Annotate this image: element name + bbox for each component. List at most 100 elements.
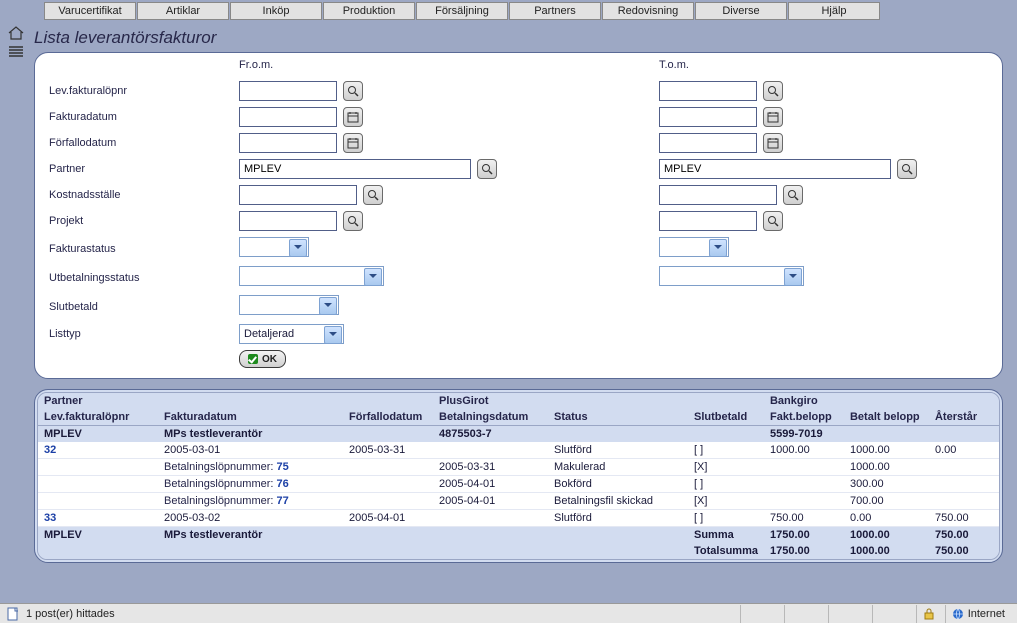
kostnad-to-input[interactable]: [659, 185, 777, 205]
partner-from-search-icon[interactable]: [477, 159, 497, 179]
th-fakturadatum: Fakturadatum: [158, 409, 343, 426]
page-title: Lista leverantörsfakturor: [34, 28, 1009, 48]
partner-to-search-icon[interactable]: [897, 159, 917, 179]
cell: Betalningslöpnummer:: [164, 495, 273, 507]
fakturadatum-from-input[interactable]: [239, 107, 337, 127]
label-listtyp: Listtyp: [49, 328, 239, 340]
label-fakturastatus: Fakturastatus: [49, 243, 239, 255]
betnr-link[interactable]: 75: [277, 461, 289, 473]
betnr-link[interactable]: 76: [277, 478, 289, 490]
projekt-to-input[interactable]: [659, 211, 757, 231]
cell: [ ]: [688, 442, 764, 459]
projekt-from-search-icon[interactable]: [343, 211, 363, 231]
total-fb: 1750.00: [764, 543, 844, 559]
col-from-header: Fr.o.m.: [239, 59, 659, 71]
kostnad-to-search-icon[interactable]: [783, 185, 803, 205]
ok-button[interactable]: OK: [239, 350, 286, 368]
sum-fb: 1750.00: [764, 527, 844, 544]
cell: 0.00: [929, 442, 999, 459]
results-panel: Partner PlusGirot Bankgiro Lev.fakturalö…: [34, 389, 1003, 563]
check-icon: [248, 354, 258, 364]
lopnr-to-input[interactable]: [659, 81, 757, 101]
fakturadatum-to-calendar-icon[interactable]: [763, 107, 783, 127]
menu-hjalp[interactable]: Hjälp: [788, 2, 880, 20]
menu-partners[interactable]: Partners: [509, 2, 601, 20]
cell: [929, 493, 999, 510]
utbet-to-select[interactable]: [659, 266, 804, 286]
status-bar: 1 post(er) hittades Internet: [0, 603, 1017, 623]
table-row: 32 2005-03-01 2005-03-31 Slutförd [ ] 10…: [38, 442, 999, 459]
label-slutbetald: Slutbetald: [49, 301, 239, 313]
sidebar: [4, 24, 28, 569]
cell: Slutförd: [548, 442, 688, 459]
total-label: Totalsumma: [688, 543, 764, 559]
betnr-link[interactable]: 77: [277, 495, 289, 507]
kostnad-from-input[interactable]: [239, 185, 357, 205]
menu-inkop[interactable]: Inköp: [230, 2, 322, 20]
menu-varucertifikat[interactable]: Varucertifikat: [44, 2, 136, 20]
th-betdatum: Betalningsdatum: [433, 409, 548, 426]
menu-produktion[interactable]: Produktion: [323, 2, 415, 20]
forfallodatum-to-calendar-icon[interactable]: [763, 133, 783, 153]
slutbetald-select[interactable]: [239, 295, 339, 315]
fakturadatum-from-calendar-icon[interactable]: [343, 107, 363, 127]
cell: 300.00: [844, 476, 929, 493]
list-icon[interactable]: [9, 46, 23, 58]
col-to-header: T.o.m.: [659, 59, 939, 71]
cell: 2005-03-02: [158, 510, 343, 527]
page-icon: [6, 607, 20, 621]
table-row: Betalningslöpnummer: 75 2005-03-31 Makul…: [38, 459, 999, 476]
lopnr-link[interactable]: 32: [44, 444, 56, 456]
partner-to-input[interactable]: [659, 159, 891, 179]
cell: [929, 459, 999, 476]
th-partner: Partner: [38, 393, 158, 409]
zone-text: Internet: [968, 608, 1005, 620]
group-partner: MPLEV: [38, 426, 158, 443]
projekt-from-input[interactable]: [239, 211, 337, 231]
lopnr-to-search-icon[interactable]: [763, 81, 783, 101]
th-bankgiro: Bankgiro: [764, 393, 844, 409]
forfallodatum-from-calendar-icon[interactable]: [343, 133, 363, 153]
lopnr-link[interactable]: 33: [44, 512, 56, 524]
cell: Betalningslöpnummer:: [164, 461, 273, 473]
partner-from-input[interactable]: [239, 159, 471, 179]
sum-label: Summa: [688, 527, 764, 544]
cell: Betalningsfil skickad: [548, 493, 688, 510]
cell: [ ]: [688, 476, 764, 493]
home-icon[interactable]: [8, 26, 24, 40]
label-forfallodatum: Förfallodatum: [49, 137, 239, 149]
lock-icon: [923, 608, 935, 620]
fakturadatum-to-input[interactable]: [659, 107, 757, 127]
th-plusgirot: PlusGirot: [433, 393, 548, 409]
projekt-to-search-icon[interactable]: [763, 211, 783, 231]
group-name: MPs testleverantör: [158, 426, 433, 443]
label-fakturadatum: Fakturadatum: [49, 111, 239, 123]
cell: [764, 493, 844, 510]
fakturastatus-from-select[interactable]: [239, 237, 309, 257]
fakturastatus-to-select[interactable]: [659, 237, 729, 257]
th-slutbetald: Slutbetald: [688, 409, 764, 426]
cell: 2005-04-01: [433, 493, 548, 510]
group-bankgiro: 5599-7019: [764, 426, 999, 443]
menu-forsaljning[interactable]: Försäljning: [416, 2, 508, 20]
lopnr-from-input[interactable]: [239, 81, 337, 101]
forfallodatum-from-input[interactable]: [239, 133, 337, 153]
cell: 0.00: [844, 510, 929, 527]
menu-artiklar[interactable]: Artiklar: [137, 2, 229, 20]
menu-redovisning[interactable]: Redovisning: [602, 2, 694, 20]
kostnad-from-search-icon[interactable]: [363, 185, 383, 205]
sum-at: 750.00: [929, 527, 999, 544]
cell: 750.00: [764, 510, 844, 527]
cell: 2005-04-01: [433, 476, 548, 493]
total-bb: 1000.00: [844, 543, 929, 559]
listtyp-select[interactable]: Detaljerad: [239, 324, 344, 344]
status-text: 1 post(er) hittades: [26, 608, 115, 620]
sum-partner: MPLEV: [38, 527, 158, 544]
forfallodatum-to-input[interactable]: [659, 133, 757, 153]
utbet-from-select[interactable]: [239, 266, 384, 286]
sum-name: MPs testleverantör: [158, 527, 548, 544]
lopnr-from-search-icon[interactable]: [343, 81, 363, 101]
cell: 1000.00: [844, 442, 929, 459]
cell: [764, 476, 844, 493]
menu-diverse[interactable]: Diverse: [695, 2, 787, 20]
